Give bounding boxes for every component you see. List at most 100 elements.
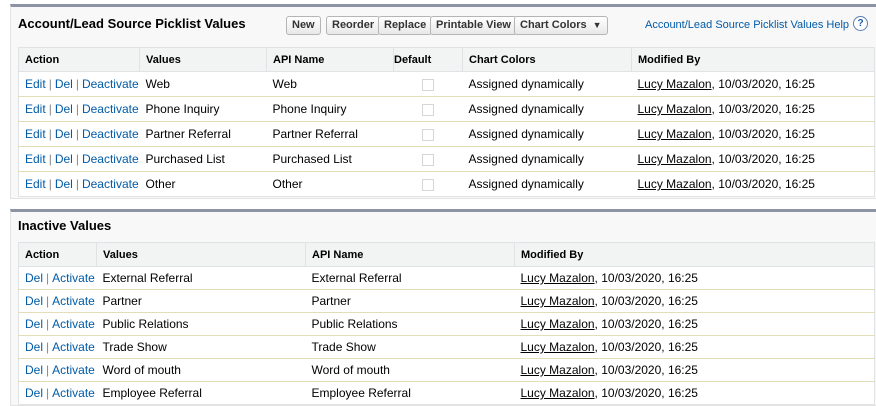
modified-by-cell: Lucy Mazalon, 10/03/2020, 16:25 [631,96,875,122]
edit-link[interactable]: Edit [25,102,46,116]
deactivate-link[interactable]: Deactivate [82,177,139,191]
edit-link[interactable]: Edit [25,152,46,166]
delete-link[interactable]: Del [25,340,43,354]
action-separator: | [75,177,79,191]
picklist-help-link[interactable]: Account/Lead Source Picklist Values Help [645,19,849,31]
user-link[interactable]: Lucy Mazalon [521,317,595,331]
deactivate-link[interactable]: Deactivate [82,102,139,116]
action-separator: | [46,386,50,400]
api-name-cell: Public Relations [305,312,515,336]
action-separator: | [46,271,50,285]
user-link[interactable]: Lucy Mazalon [638,152,712,166]
row-actions: Edit | Del | Deactivate [19,172,140,197]
chart-color-cell: Assigned dynamically [462,146,632,172]
printable-view-button[interactable]: Printable View [430,16,517,35]
user-link[interactable]: Lucy Mazalon [638,127,712,141]
column-header-api-name: API Name [266,47,394,72]
api-name-cell: Other [272,177,303,191]
action-separator: | [46,317,50,331]
user-link[interactable]: Lucy Mazalon [638,102,712,116]
edit-link[interactable]: Edit [25,127,46,141]
deactivate-link[interactable]: Deactivate [82,77,139,91]
value-cell: Purchased List [139,146,267,172]
table-row: Del | Activate Word of mouth Word of mouth Lu… [18,358,875,382]
delete-link[interactable]: Del [25,294,43,308]
row-actions: Edit | Del | Deactivate [18,96,140,122]
modified-date: , 10/03/2020, 16:25 [594,363,698,377]
row-actions: Edit | Del | Deactivate [18,71,140,97]
modified-date: , 10/03/2020, 16:25 [594,317,698,331]
help-icon[interactable]: ? [853,16,868,31]
delete-link[interactable]: Del [55,152,73,166]
user-link[interactable]: Lucy Mazalon [521,271,595,285]
column-header-api-name: API Name [305,242,515,267]
deactivate-link[interactable]: Deactivate [82,127,139,141]
default-checkbox [422,103,434,116]
deactivate-link[interactable]: Deactivate [82,152,139,166]
table-header-row: Action Values API Name Default Chart Col… [18,47,875,72]
replace-button[interactable]: Replace [378,16,433,35]
new-button[interactable]: New [286,16,321,35]
api-name-cell: Partner [305,289,515,313]
user-link[interactable]: Lucy Mazalon [638,177,712,191]
row-actions: Del | Activate [18,358,97,382]
reorder-button[interactable]: Reorder [326,16,381,35]
modified-date: , 10/03/2020, 16:25 [711,77,815,91]
activate-link[interactable]: Activate [52,271,95,285]
modified-by-cell: Lucy Mazalon, 10/03/2020, 16:25 [514,266,875,290]
user-link[interactable]: Lucy Mazalon [521,294,595,308]
user-link[interactable]: Lucy Mazalon [521,363,595,377]
edit-link[interactable]: Edit [25,177,46,191]
delete-link[interactable]: Del [25,271,43,285]
api-name-cell: Purchased List [266,146,394,172]
row-actions: Edit | Del | Deactivate [18,121,140,147]
table-header-row: Action Values API Name Modified By [18,242,875,267]
default-checkbox [422,78,434,91]
modified-date: , 10/03/2020, 16:25 [711,152,815,166]
delete-link[interactable]: Del [25,363,43,377]
column-header-values: Values [139,47,267,72]
column-header-modified-by: Modified By [631,47,875,72]
user-link[interactable]: Lucy Mazalon [638,77,712,91]
modified-date: , 10/03/2020, 16:25 [594,294,698,308]
column-header-default: Default [393,47,463,72]
modified-date: , 10/03/2020, 16:25 [594,340,698,354]
delete-link[interactable]: Del [55,77,73,91]
default-cell [393,121,463,147]
action-separator: | [75,77,79,91]
delete-link[interactable]: Del [55,177,73,191]
row-actions: Edit | Del | Deactivate [18,146,140,172]
table-row: Edit | Del | Deactivate Purchased List Purchas… [18,146,875,172]
triangle-down-icon: ▼ [592,20,602,30]
default-checkbox [422,153,434,166]
activate-link[interactable]: Activate [52,294,95,308]
edit-link[interactable]: Edit [25,77,46,91]
chart-colors-button[interactable]: Chart Colors ▼ [514,16,608,35]
default-checkbox [422,178,434,191]
default-cell [394,172,463,197]
activate-link[interactable]: Activate [52,340,95,354]
user-link[interactable]: Lucy Mazalon [521,340,595,354]
api-name-cell: Employee Referral [311,386,411,400]
user-link[interactable]: Lucy Mazalon [521,386,595,400]
chart-colors-label: Chart Colors [520,19,587,31]
delete-link[interactable]: Del [55,127,73,141]
modified-by-cell: Lucy Mazalon, 10/03/2020, 16:25 [514,289,875,313]
activate-link[interactable]: Activate [52,363,95,377]
delete-link[interactable]: Del [55,102,73,116]
modified-date: , 10/03/2020, 16:25 [594,386,698,400]
active-values-title: Account/Lead Source Picklist Values [18,16,246,31]
api-name-cell: Word of mouth [305,358,515,382]
chart-color-cell: Assigned dynamically [468,177,584,191]
table-row: Del | Activate Public Relations Public Relat… [18,312,875,336]
activate-link[interactable]: Activate [52,386,95,400]
delete-link[interactable]: Del [25,317,43,331]
action-separator: | [46,363,50,377]
action-separator: | [46,340,50,354]
delete-link[interactable]: Del [25,386,43,400]
default-cell [393,96,463,122]
row-actions: Del | Activate [19,382,97,405]
activate-link[interactable]: Activate [52,317,95,331]
modified-by-cell: Lucy Mazalon, 10/03/2020, 16:25 [514,358,875,382]
action-separator: | [75,152,79,166]
